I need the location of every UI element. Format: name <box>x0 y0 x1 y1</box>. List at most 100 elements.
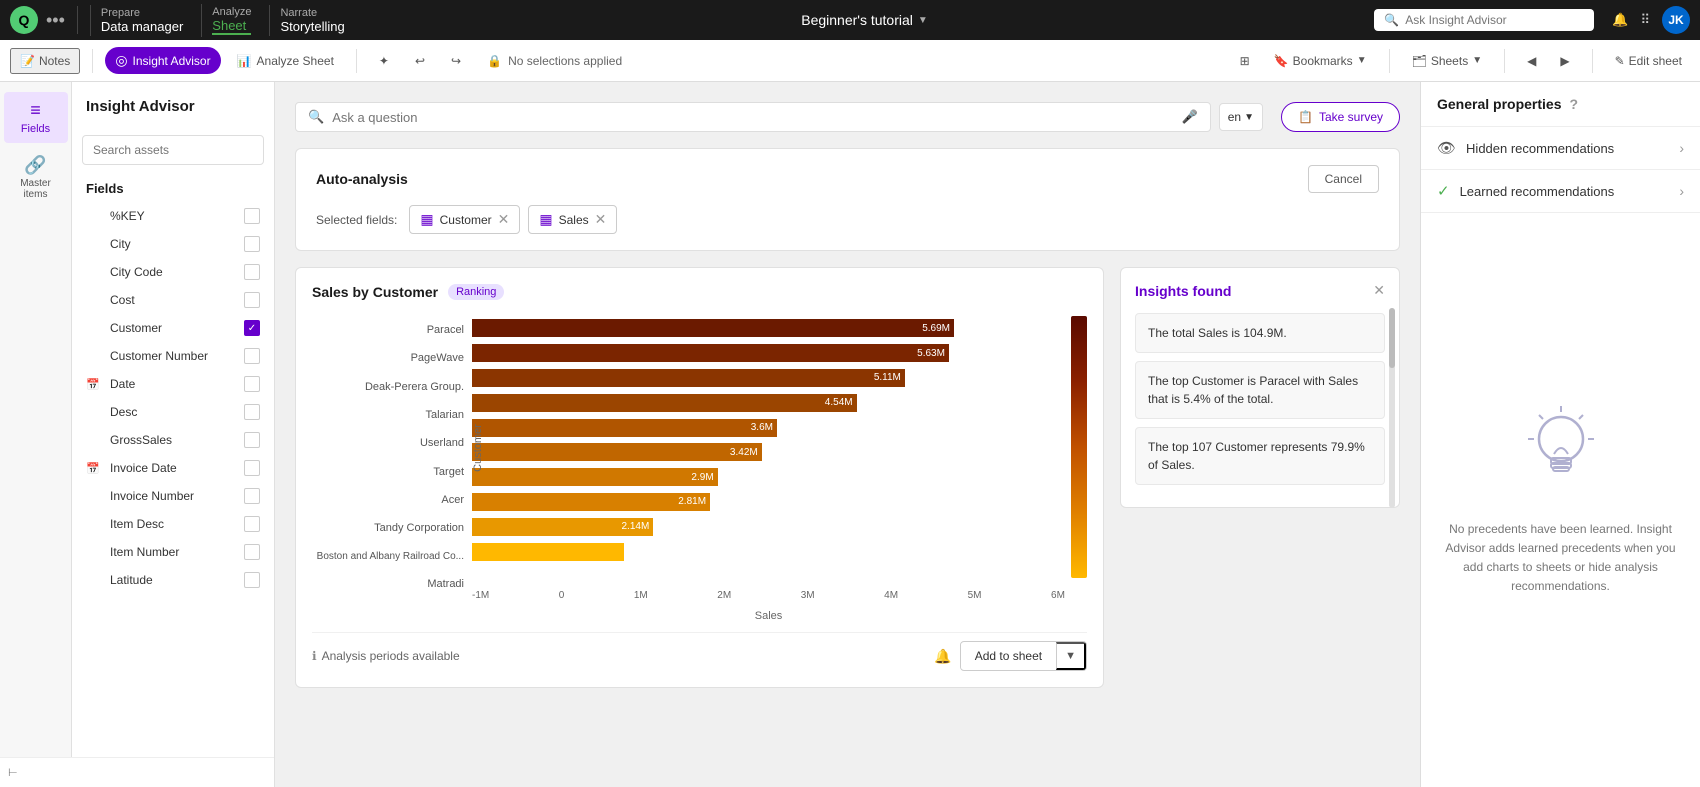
redo-button[interactable]: ↪ <box>441 49 471 73</box>
field-item-invoice-number[interactable]: Invoice Number <box>76 482 270 510</box>
field-item-key[interactable]: %KEY <box>76 202 270 230</box>
analysis-periods: ℹ Analysis periods available <box>312 649 460 663</box>
help-icon[interactable]: ? <box>1570 96 1579 112</box>
x-axis-title: Sales <box>472 610 1065 622</box>
notification-icon[interactable]: 🔔 <box>1612 12 1628 28</box>
app-menu-dots[interactable]: ••• <box>46 10 65 31</box>
field-checkbox[interactable] <box>244 292 260 308</box>
field-item-item-number[interactable]: Item Number <box>76 538 270 566</box>
apps-grid-icon[interactable]: ⠿ <box>1640 12 1650 28</box>
insight-search-wrap[interactable]: 🔍 🎤 <box>295 102 1211 132</box>
chart-footer: ℹ Analysis periods available 🔔 Add to sh… <box>312 632 1087 671</box>
collapse-panel-button[interactable]: ⊢ <box>0 757 274 787</box>
grid-view-button[interactable]: ⊞ <box>1232 50 1258 72</box>
field-checkbox[interactable] <box>244 236 260 252</box>
avatar[interactable]: JK <box>1662 6 1690 34</box>
search-assets-input[interactable] <box>82 135 264 165</box>
bar-fill: 4.54M <box>472 394 857 412</box>
edit-sheet-button[interactable]: ✎ Edit sheet <box>1607 50 1690 72</box>
nav-left-button[interactable]: ◀ <box>1519 50 1544 72</box>
insight-card-2: The top Customer is Paracel with Sales t… <box>1135 361 1385 419</box>
magic-wand-button[interactable]: ✦ <box>369 49 399 73</box>
bar-row-2: 5.63M <box>472 343 1065 363</box>
field-item-latitude[interactable]: Latitude <box>76 566 270 594</box>
chevron-right-icon2: › <box>1679 183 1684 199</box>
field-checkbox[interactable] <box>244 404 260 420</box>
field-checkbox[interactable] <box>244 460 260 476</box>
auto-analysis-header: Auto-analysis Cancel <box>316 165 1379 193</box>
field-item-gross-sales[interactable]: GrossSales <box>76 426 270 454</box>
bar-row-9: 2.14M <box>472 517 1065 537</box>
add-to-sheet-button-group: Add to sheet ▼ <box>960 641 1087 671</box>
scroll-track <box>1389 308 1395 508</box>
insight-advisor-tab[interactable]: ◎ Insight Advisor <box>105 47 220 74</box>
survey-icon: 📋 <box>1298 110 1313 124</box>
field-item-customer[interactable]: Customer ✓ <box>76 314 270 342</box>
field-checkbox[interactable] <box>244 572 260 588</box>
field-checkbox-checked[interactable]: ✓ <box>244 320 260 336</box>
close-insights-icon[interactable]: ✕ <box>1373 282 1385 299</box>
bar-fill: 2.9M <box>472 468 718 486</box>
field-item-customer-number[interactable]: Customer Number <box>76 342 270 370</box>
analyze-sheet-button[interactable]: 📊 Analyze Sheet <box>227 49 344 73</box>
field-checkbox[interactable] <box>244 544 260 560</box>
ask-question-input[interactable] <box>332 110 1173 125</box>
add-to-sheet-dropdown[interactable]: ▼ <box>1056 642 1086 670</box>
nav-prepare[interactable]: Prepare Data manager <box>90 5 193 36</box>
insight-search-row: 🔍 🎤 en ▼ 📋 Take survey <box>295 102 1400 132</box>
lightbulb-illustration <box>1521 404 1601 504</box>
field-item-item-desc[interactable]: Item Desc <box>76 510 270 538</box>
field-checkbox[interactable] <box>244 208 260 224</box>
bookmark-icon: 🔖 <box>1274 54 1289 68</box>
collapse-icon: ⊢ <box>8 766 18 779</box>
learned-recommendations-section[interactable]: ✓ Learned recommendations › <box>1421 170 1700 213</box>
insight-advisor-search[interactable]: 🔍 <box>1374 9 1594 31</box>
redo-icon: ↪ <box>451 54 461 68</box>
x-axis: -1M 0 1M 2M 3M 4M 5M 6M <box>472 588 1065 608</box>
sheets-button[interactable]: 🗂 Sheets ▼ <box>1404 50 1491 72</box>
qlik-logo: Q <box>10 6 38 34</box>
mic-icon[interactable]: 🎤 <box>1182 109 1198 125</box>
ranking-badge: Ranking <box>448 284 504 300</box>
field-checkbox[interactable] <box>244 432 260 448</box>
edit-icon: ✎ <box>1615 54 1625 68</box>
field-item-invoice-date[interactable]: 📅 Invoice Date <box>76 454 270 482</box>
sidebar-item-fields[interactable]: ≡ Fields <box>4 92 68 143</box>
field-item-cost[interactable]: Cost <box>76 286 270 314</box>
field-checkbox[interactable] <box>244 376 260 392</box>
scroll-thumb <box>1389 308 1395 368</box>
chart-card: Sales by Customer Ranking Paracel PageWa… <box>295 267 1104 688</box>
insight-advisor-search-input[interactable] <box>1405 13 1565 27</box>
field-checkbox[interactable] <box>244 348 260 364</box>
bar-fill: 3.6M <box>472 419 777 437</box>
toolbar-right: ⊞ 🔖 Bookmarks ▼ 🗂 Sheets ▼ ◀ ▶ ✎ Edit sh… <box>1232 49 1690 73</box>
nav-narrate[interactable]: Narrate Storytelling <box>269 5 354 36</box>
cancel-button[interactable]: Cancel <box>1308 165 1379 193</box>
lang-selector[interactable]: en ▼ <box>1219 103 1263 131</box>
field-checkbox[interactable] <box>244 516 260 532</box>
y-axis-title: Customer <box>472 424 484 472</box>
undo-button[interactable]: ↩ <box>405 49 435 73</box>
field-checkbox[interactable] <box>244 264 260 280</box>
color-gradient-bar <box>1071 316 1087 578</box>
sidebar-item-master-items[interactable]: 🔗 Master items <box>4 147 68 208</box>
add-to-sheet-main-button[interactable]: Add to sheet <box>961 643 1056 669</box>
bookmarks-button[interactable]: 🔖 Bookmarks ▼ <box>1266 50 1375 72</box>
nav-analyze[interactable]: Analyze Sheet <box>201 4 261 37</box>
take-survey-button[interactable]: 📋 Take survey <box>1281 102 1400 132</box>
hidden-recommendations-section[interactable]: 👁 Hidden recommendations › <box>1421 127 1700 170</box>
nav-right-button[interactable]: ▶ <box>1552 50 1577 72</box>
notes-button[interactable]: 📝 Notes <box>10 48 80 74</box>
magic-icon: ✦ <box>379 54 389 68</box>
field-item-citycode[interactable]: City Code <box>76 258 270 286</box>
learned-recommendations-label: ✓ Learned recommendations <box>1437 182 1614 200</box>
bell-icon[interactable]: 🔔 <box>934 648 951 665</box>
field-checkbox[interactable] <box>244 488 260 504</box>
chevron-right-icon: › <box>1679 140 1684 156</box>
field-item-city[interactable]: City <box>76 230 270 258</box>
remove-customer-tag[interactable]: ✕ <box>498 211 510 228</box>
bar-fill: 5.69M <box>472 319 954 337</box>
field-item-date[interactable]: 📅 Date <box>76 370 270 398</box>
remove-sales-tag[interactable]: ✕ <box>595 211 607 228</box>
field-item-desc[interactable]: Desc <box>76 398 270 426</box>
